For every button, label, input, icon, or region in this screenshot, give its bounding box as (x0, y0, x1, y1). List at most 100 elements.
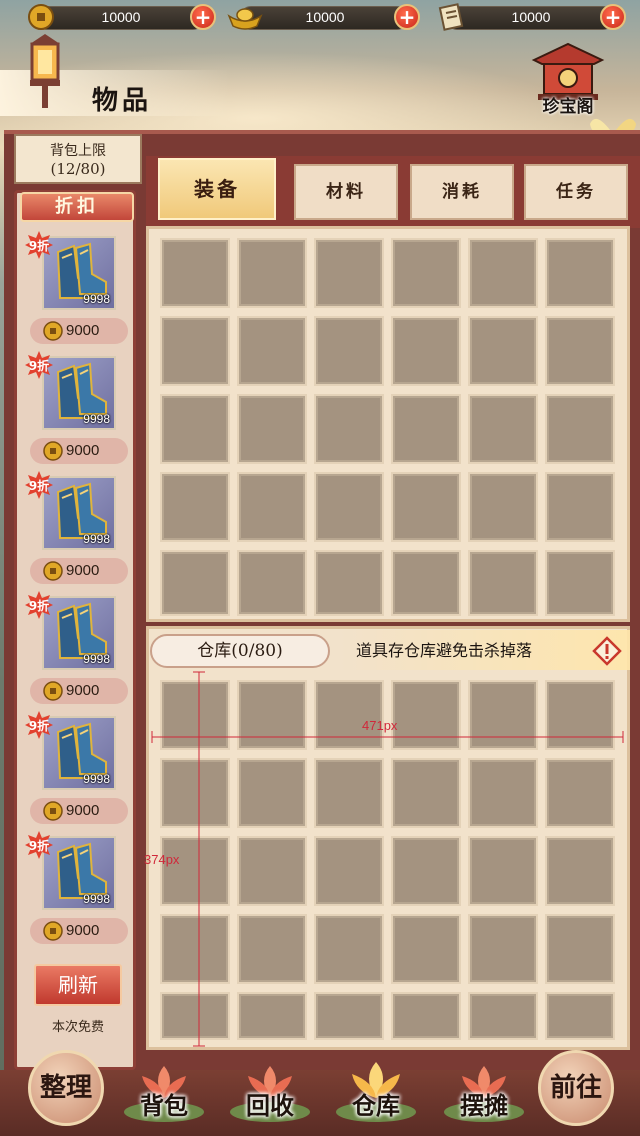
bag-limit-label: 背包上限 (50, 143, 106, 159)
item-price: 9000 (30, 558, 128, 584)
price-value: 9000 (66, 802, 100, 819)
go-button[interactable]: 前往 (538, 1050, 614, 1126)
warning-icon[interactable] (592, 636, 622, 666)
discount-tag: 9折 (24, 230, 54, 260)
bag-slot[interactable] (545, 316, 615, 386)
bag-slot[interactable] (160, 550, 230, 616)
tab-quests[interactable]: 任务 (524, 164, 628, 220)
warehouse-slot[interactable] (237, 758, 307, 828)
refresh-button[interactable]: 刷新 (34, 964, 122, 1006)
bag-slot[interactable] (468, 550, 538, 616)
page-title: 物品 (92, 86, 153, 116)
bag-slot[interactable] (391, 394, 461, 464)
warehouse-slot[interactable] (391, 680, 461, 750)
bag-slot[interactable] (545, 550, 615, 616)
bag-slot[interactable] (468, 316, 538, 386)
currency-value: 10000 (511, 9, 551, 25)
tab-equipment[interactable]: 装备 (158, 158, 276, 220)
warehouse-slot[interactable] (545, 836, 615, 906)
bag-slot[interactable] (545, 394, 615, 464)
bag-nav-button[interactable]: 背包 (114, 1066, 214, 1130)
bag-slot[interactable] (237, 316, 307, 386)
bag-slot[interactable] (468, 472, 538, 542)
bag-slot[interactable] (237, 394, 307, 464)
add-copper-button[interactable]: + (190, 4, 216, 30)
bag-slot[interactable] (314, 316, 384, 386)
bag-slot[interactable] (314, 472, 384, 542)
discount-item[interactable]: 9998 9折 9000 (25, 711, 130, 836)
discount-item[interactable]: 9998 9折 9000 (25, 471, 130, 596)
copper-coin-icon (28, 4, 54, 30)
warehouse-slot[interactable] (545, 992, 615, 1040)
warehouse-slot[interactable] (160, 680, 230, 750)
warehouse-slot[interactable] (160, 914, 230, 984)
warehouse-slot[interactable] (468, 992, 538, 1040)
bag-slot[interactable] (237, 550, 307, 616)
item-price: 9000 (30, 318, 128, 344)
bag-slot[interactable] (468, 238, 538, 308)
warehouse-slot[interactable] (391, 836, 461, 906)
warehouse-slot[interactable] (314, 992, 384, 1040)
recycle-nav-button[interactable]: 回收 (220, 1066, 320, 1130)
bag-slot[interactable] (391, 238, 461, 308)
gold-ingot-icon (227, 8, 263, 30)
warehouse-slot[interactable] (314, 914, 384, 984)
warehouse-slot[interactable] (468, 836, 538, 906)
warehouse-slot[interactable] (468, 914, 538, 984)
warehouse-tip: 道具存仓库避免击杀掉落 (356, 641, 533, 660)
discount-tag-label: 9折 (28, 719, 50, 733)
warehouse-slot[interactable] (391, 758, 461, 828)
bag-slot[interactable] (237, 472, 307, 542)
add-gold-button[interactable]: + (394, 4, 420, 30)
bag-slot[interactable] (314, 238, 384, 308)
discount-item[interactable]: 9998 9折 9000 (25, 591, 130, 716)
discount-item[interactable]: 9998 9折 9000 (25, 831, 130, 956)
warehouse-slot[interactable] (237, 914, 307, 984)
bag-slot[interactable] (237, 238, 307, 308)
tab-materials[interactable]: 材料 (294, 164, 398, 220)
warehouse-slot[interactable] (160, 758, 230, 828)
currency-copper: 10000 + (26, 4, 216, 30)
warehouse-slot[interactable] (237, 992, 307, 1040)
bag-slot[interactable] (545, 238, 615, 308)
sort-button[interactable]: 整理 (28, 1050, 104, 1126)
bag-slot[interactable] (160, 472, 230, 542)
warehouse-slot[interactable] (545, 914, 615, 984)
bag-slot[interactable] (545, 472, 615, 542)
bag-slot[interactable] (314, 394, 384, 464)
bag-slot[interactable] (391, 316, 461, 386)
warehouse-slot[interactable] (160, 992, 230, 1040)
stall-nav-button[interactable]: 摆摊 (434, 1066, 534, 1130)
tab-consumables[interactable]: 消耗 (410, 164, 514, 220)
discount-item[interactable]: 9998 9折 9000 (25, 351, 130, 476)
warehouse-slot[interactable] (237, 680, 307, 750)
bag-slot[interactable] (314, 550, 384, 616)
discount-item[interactable]: 9998 9折 9000 (25, 231, 130, 356)
warehouse-slot[interactable] (391, 914, 461, 984)
bag-slot[interactable] (391, 550, 461, 616)
bag-slot[interactable] (468, 394, 538, 464)
copper-coin-icon (43, 561, 63, 581)
item-quantity: 9998 (83, 292, 110, 306)
warehouse-slot[interactable] (237, 836, 307, 906)
bag-slot[interactable] (160, 238, 230, 308)
currency-value: 10000 (101, 9, 141, 25)
warehouse-slot[interactable] (545, 758, 615, 828)
warehouse-slot[interactable] (468, 758, 538, 828)
scroll-token-icon (438, 3, 464, 31)
add-scroll-button[interactable]: + (600, 4, 626, 30)
bag-slot[interactable] (160, 316, 230, 386)
warehouse-slot[interactable] (160, 836, 230, 906)
bag-slot[interactable] (160, 394, 230, 464)
warehouse-slot[interactable] (314, 758, 384, 828)
warehouse-slot[interactable] (314, 680, 384, 750)
item-quantity: 9998 (83, 532, 110, 546)
warehouse-slot[interactable] (391, 992, 461, 1040)
warehouse-slot[interactable] (468, 680, 538, 750)
warehouse-nav-button[interactable]: 仓库 (326, 1062, 426, 1130)
warehouse-slot[interactable] (314, 836, 384, 906)
warehouse-slot[interactable] (545, 680, 615, 750)
discount-tag-label: 9折 (28, 599, 50, 613)
bag-slot[interactable] (391, 472, 461, 542)
discount-tag: 9折 (24, 710, 54, 740)
